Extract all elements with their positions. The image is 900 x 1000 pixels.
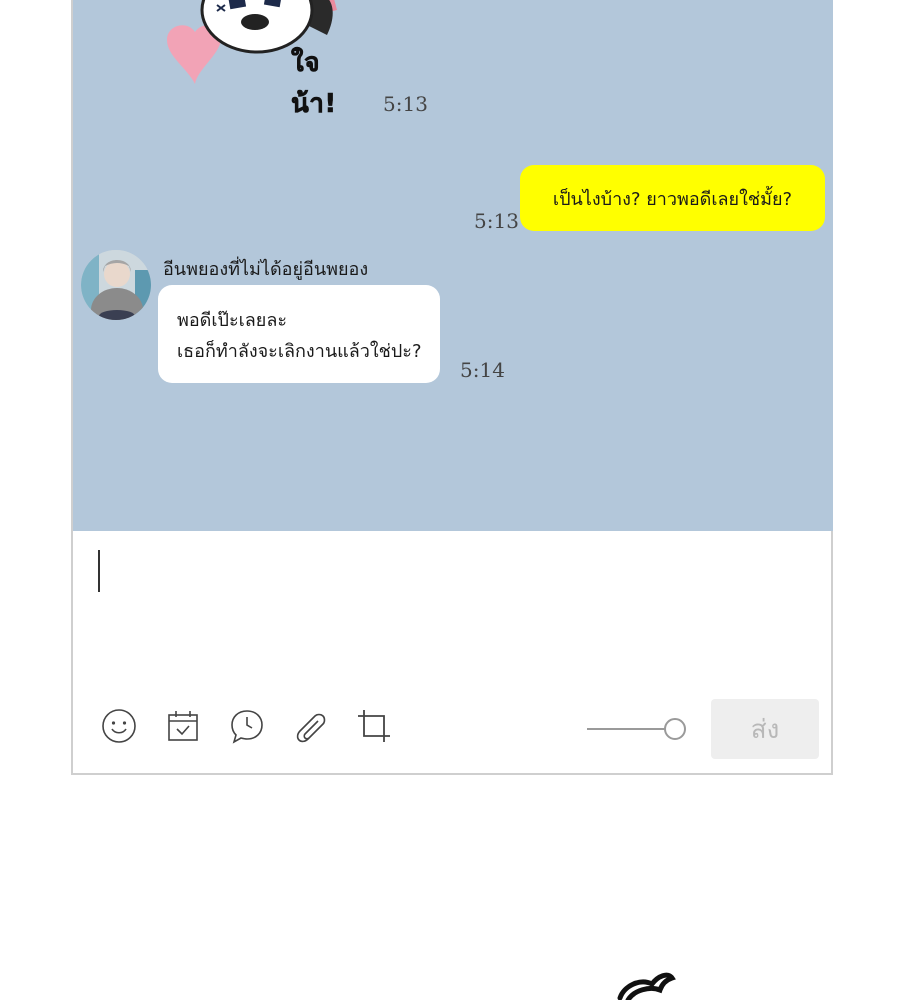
chat-area[interactable]: ใจน้า! 5:13 เป็นไงบ้าง? ยาวพอดีเลยใช่มั้… [73,0,833,531]
emoji-icon[interactable] [100,707,138,745]
slider-track [587,728,675,730]
message-time: 5:13 [474,209,519,233]
my-message-text: เป็นไงบ้าง? ยาวพอดีเลยใช่มั้ย? [552,188,793,210]
panda-sticker-icon: ใจน้า! [157,0,347,119]
message-line: พอดีเป๊ะเลยละ [177,310,288,331]
avatar[interactable] [81,250,151,320]
other-message-bubble[interactable]: พอดีเป๊ะเลยละ เธอก็ทำลังจะเลิกงานแล้วใช่… [158,285,440,383]
slider-handle[interactable] [664,718,686,740]
sticker-text: ใจน้า! [291,48,337,120]
calendar-icon[interactable] [164,707,202,745]
page: ใจน้า! 5:13 เป็นไงบ้าง? ยาวพอดีเลยใช่มั้… [0,0,900,1000]
send-button[interactable]: ส่ง [711,699,819,759]
font-size-slider[interactable] [587,716,687,742]
partial-artwork [610,968,680,1000]
chat-window: ใจน้า! 5:13 เป็นไงบ้าง? ยาวพอดีเลยใช่มั้… [71,0,833,775]
send-button-label: ส่ง [750,714,780,745]
message-time: 5:14 [460,358,505,382]
message-input-caret[interactable] [98,550,100,592]
message-line: เธอก็ทำลังจะเลิกงานแล้วใช่ปะ? [177,341,422,362]
paperclip-icon[interactable] [291,707,329,745]
sender-name: อีนพยองที่ไม่ได้อยู่อีนพยอง [163,259,369,280]
message-time: 5:13 [383,92,428,116]
chat-clock-icon[interactable] [228,707,266,745]
my-message-bubble[interactable]: เป็นไงบ้าง? ยาวพอดีเลยใช่มั้ย? [520,165,825,231]
crop-icon[interactable] [355,707,393,745]
